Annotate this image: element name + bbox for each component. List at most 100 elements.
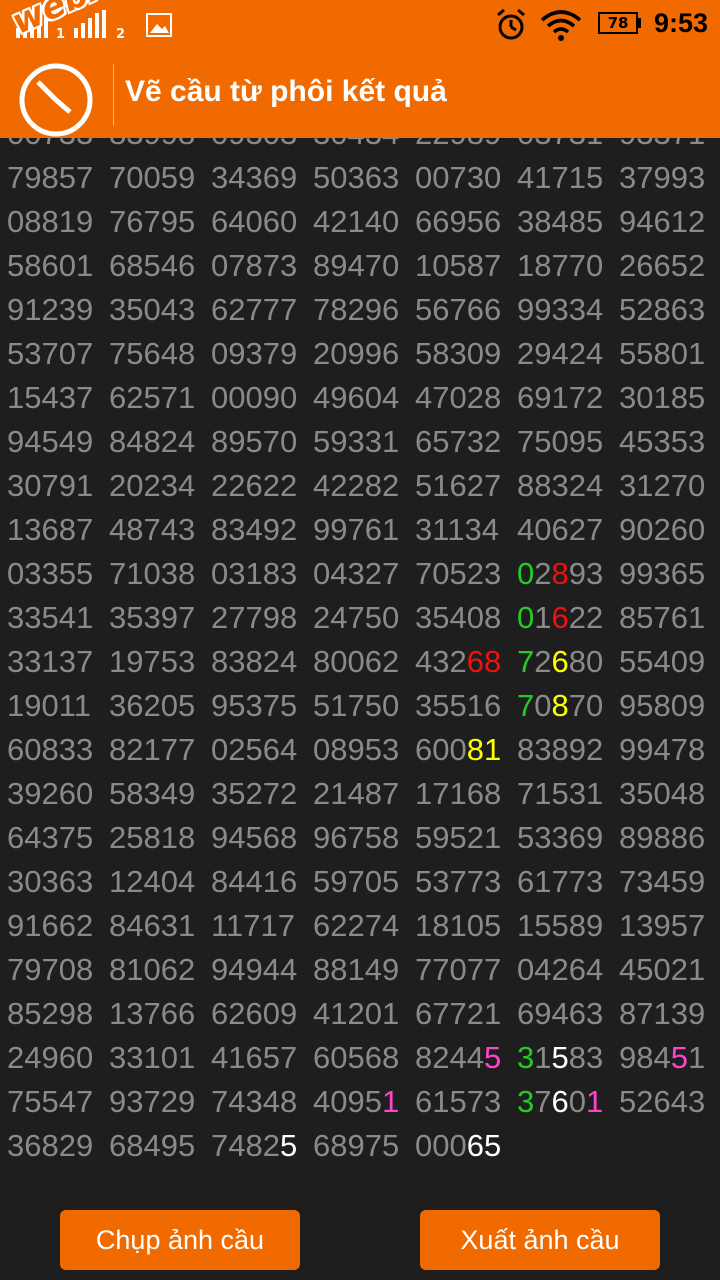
result-row: 36829 68495 74825 68975 00065 bbox=[7, 1124, 717, 1168]
result-number: 13957 bbox=[619, 908, 706, 943]
result-number: 60568 bbox=[313, 1040, 400, 1075]
highlighted-digit: 5 bbox=[280, 1128, 298, 1163]
result-number: 84824 bbox=[109, 424, 196, 459]
result-number: 75648 bbox=[109, 336, 196, 371]
result-row: 24960 33101 41657 60568 82445 31583 98451 bbox=[7, 1036, 717, 1080]
result-number: 03355 bbox=[7, 556, 94, 591]
result-number: 02893 bbox=[517, 556, 604, 591]
result-number: 45353 bbox=[619, 424, 706, 459]
highlighted-digit: 6 bbox=[551, 644, 569, 679]
result-number: 53369 bbox=[517, 820, 604, 855]
result-number: 08819 bbox=[7, 204, 94, 239]
result-row: 53707 75648 09379 20996 58309 29424 55801 bbox=[7, 332, 717, 376]
results-grid-area[interactable]: 0073383998093033043422989037319337179857… bbox=[0, 138, 720, 1178]
result-number: 37601 bbox=[517, 1084, 604, 1119]
result-number: 93729 bbox=[109, 1084, 196, 1119]
result-number: 76795 bbox=[109, 204, 196, 239]
result-number: 19011 bbox=[7, 688, 91, 723]
highlighted-digit: 5 bbox=[551, 1040, 569, 1075]
result-number: 91239 bbox=[7, 292, 94, 327]
result-number: 31583 bbox=[517, 1040, 604, 1075]
result-number: 81062 bbox=[109, 952, 196, 987]
result-number: 30363 bbox=[7, 864, 94, 899]
result-number: 03731 bbox=[517, 138, 619, 156]
result-number: 48743 bbox=[109, 512, 196, 547]
result-row: 79857 70059 34369 50363 00730 41715 37993 bbox=[7, 156, 717, 200]
result-number: 73459 bbox=[619, 864, 706, 899]
battery-level: 78 bbox=[607, 14, 629, 32]
result-number: 83998 bbox=[109, 138, 211, 156]
result-number: 69463 bbox=[517, 996, 604, 1031]
result-number: 37993 bbox=[619, 160, 706, 195]
result-number: 68495 bbox=[109, 1128, 196, 1163]
result-number: 68975 bbox=[313, 1128, 400, 1163]
battery-icon: 78 bbox=[598, 12, 638, 34]
result-number: 59521 bbox=[415, 820, 502, 855]
result-number: 61573 bbox=[415, 1084, 502, 1119]
result-number: 24960 bbox=[7, 1040, 94, 1075]
result-number: 09379 bbox=[211, 336, 298, 371]
capture-image-button[interactable]: Chụp ảnh cầu bbox=[60, 1210, 300, 1270]
result-number: 62571 bbox=[109, 380, 196, 415]
result-number: 42282 bbox=[313, 468, 400, 503]
result-number: 51627 bbox=[415, 468, 502, 503]
result-number: 30791 bbox=[7, 468, 94, 503]
result-number: 82177 bbox=[109, 732, 196, 767]
result-number: 00065 bbox=[415, 1128, 502, 1163]
result-row: 91239 35043 62777 78296 56766 99334 52863 bbox=[7, 288, 717, 332]
app-bar-divider bbox=[113, 64, 114, 126]
result-number: 83824 bbox=[211, 644, 298, 679]
highlighted-digit: 1 bbox=[484, 732, 502, 767]
battery-tip bbox=[638, 18, 641, 28]
highlighted-digit: 8 bbox=[551, 688, 569, 723]
result-number: 96758 bbox=[313, 820, 400, 855]
result-number: 90260 bbox=[619, 512, 706, 547]
highlighted-digit: 1 bbox=[586, 1084, 604, 1119]
result-number: 58349 bbox=[109, 776, 196, 811]
result-number: 79708 bbox=[7, 952, 94, 987]
result-number: 66956 bbox=[415, 204, 502, 239]
result-row: 33137 19753 83824 80062 43268 72680 55409 bbox=[7, 640, 717, 684]
result-number: 27798 bbox=[211, 600, 298, 635]
highlighted-digit: 8 bbox=[484, 644, 502, 679]
highlighted-digit: 6 bbox=[551, 600, 569, 635]
result-number: 03183 bbox=[211, 556, 298, 591]
result-number: 13687 bbox=[7, 512, 94, 547]
result-number: 19753 bbox=[109, 644, 196, 679]
result-number: 70523 bbox=[415, 556, 502, 591]
result-number: 99365 bbox=[619, 556, 706, 591]
result-number: 80062 bbox=[313, 644, 400, 679]
result-number: 70870 bbox=[517, 688, 604, 723]
result-number: 56766 bbox=[415, 292, 502, 327]
result-number: 13766 bbox=[109, 996, 196, 1031]
result-number: 91662 bbox=[7, 908, 94, 943]
result-number: 15437 bbox=[7, 380, 94, 415]
highlighted-digit: 7 bbox=[517, 688, 535, 723]
result-number: 41715 bbox=[517, 160, 604, 195]
result-number: 40627 bbox=[517, 512, 604, 547]
result-number: 07873 bbox=[211, 248, 298, 283]
result-number: 33101 bbox=[109, 1040, 196, 1075]
result-number: 94612 bbox=[619, 204, 706, 239]
result-number: 31270 bbox=[619, 468, 706, 503]
export-image-button[interactable]: Xuất ảnh cầu bbox=[420, 1210, 660, 1270]
result-number: 33137 bbox=[7, 644, 94, 679]
result-number: 75095 bbox=[517, 424, 604, 459]
result-number: 64060 bbox=[211, 204, 298, 239]
highlighted-digit: 3 bbox=[517, 1040, 535, 1075]
result-row: 85298 13766 62609 41201 67721 69463 87139 bbox=[7, 992, 717, 1036]
result-number: 50363 bbox=[313, 160, 400, 195]
result-number: 35516 bbox=[415, 688, 502, 723]
result-number: 11717 bbox=[211, 908, 295, 943]
result-number: 58309 bbox=[415, 336, 502, 371]
result-number: 67721 bbox=[415, 996, 502, 1031]
result-number: 02564 bbox=[211, 732, 298, 767]
result-number: 72680 bbox=[517, 644, 604, 679]
result-number: 79857 bbox=[7, 160, 94, 195]
result-number: 36205 bbox=[109, 688, 196, 723]
result-number: 45021 bbox=[619, 952, 706, 987]
result-number: 41201 bbox=[313, 996, 400, 1031]
result-row: 75547 93729 74348 40951 61573 37601 52643 bbox=[7, 1080, 717, 1124]
result-row: 13687 48743 83492 99761 31134 40627 90260 bbox=[7, 508, 717, 552]
result-number: 04264 bbox=[517, 952, 604, 987]
